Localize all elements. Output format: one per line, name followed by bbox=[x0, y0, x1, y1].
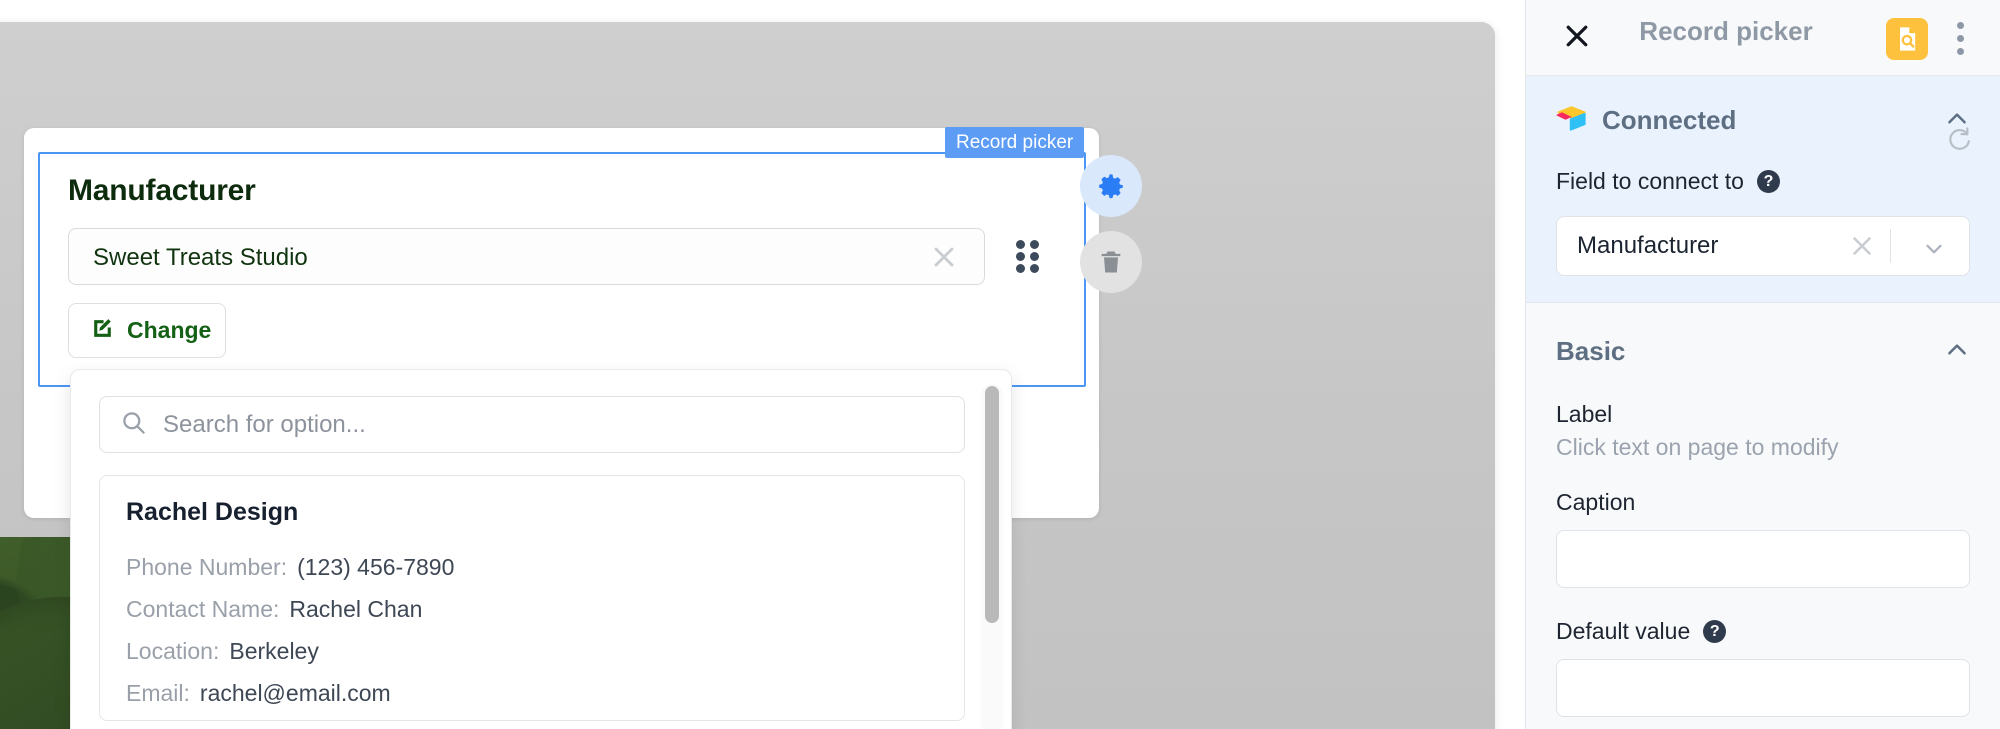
kebab-dot bbox=[1956, 21, 1964, 29]
connected-heading: Connected bbox=[1602, 104, 1737, 135]
caption-input[interactable] bbox=[1556, 530, 1970, 588]
search-input[interactable]: Search for option... bbox=[99, 396, 965, 453]
clear-selection-icon[interactable] bbox=[1847, 231, 1877, 266]
help-icon[interactable]: ? bbox=[1756, 169, 1780, 193]
record-field-value: rachel@email.com bbox=[199, 680, 391, 706]
panel-header: Record picker bbox=[1526, 0, 2000, 76]
gear-icon bbox=[1099, 174, 1123, 199]
widget-type-badge: Record picker bbox=[945, 127, 1085, 158]
settings-panel: Record picker Connected Field to connect… bbox=[1525, 0, 2000, 729]
record-field-row: Phone Number: (123) 456-7890 bbox=[126, 554, 454, 581]
refresh-icon[interactable] bbox=[1944, 126, 1972, 159]
screen-root: Manufacturer Sweet Treats Studio Change … bbox=[0, 0, 2000, 729]
record-field-row: Location: Berkeley bbox=[126, 638, 319, 665]
record-field-key: Email: bbox=[126, 680, 190, 706]
trash-icon bbox=[1101, 251, 1121, 273]
page-preview: Manufacturer Sweet Treats Studio Change … bbox=[0, 22, 1495, 729]
default-value-title: Default value bbox=[1556, 618, 1691, 644]
record-field-key: Contact Name: bbox=[126, 596, 280, 622]
chevron-up-icon[interactable] bbox=[1944, 337, 1970, 368]
panel-menu-button[interactable] bbox=[1940, 16, 1980, 60]
widget-settings-button[interactable] bbox=[1080, 155, 1142, 217]
basic-heading: Basic bbox=[1556, 335, 1626, 366]
dropdown-scrollbar-thumb[interactable] bbox=[985, 386, 999, 623]
field-to-connect-select[interactable]: Manufacturer bbox=[1556, 216, 1970, 276]
kebab-dot bbox=[1956, 47, 1964, 55]
record-picker-dropdown: Search for option... Rachel Design Phone… bbox=[70, 369, 1012, 729]
field-to-connect-value: Manufacturer bbox=[1577, 232, 1719, 259]
record-field-value: Rachel Chan bbox=[289, 596, 423, 622]
connected-section-header[interactable]: Connected bbox=[1556, 100, 1970, 140]
kebab-dot bbox=[1956, 34, 1964, 42]
field-to-connect-label: Field to connect to bbox=[1556, 167, 1744, 194]
record-option-title: Rachel Design bbox=[126, 498, 299, 526]
default-value-input[interactable] bbox=[1556, 659, 1970, 717]
airtable-logo-icon bbox=[1556, 105, 1586, 136]
help-icon[interactable]: ? bbox=[1703, 620, 1727, 643]
basic-section: Basic Label Click text on page to modify… bbox=[1526, 303, 2000, 717]
label-field-title: Label bbox=[1556, 401, 1613, 427]
record-field-row: Contact Name: Rachel Chan bbox=[126, 596, 422, 623]
widget-selection-outline bbox=[38, 152, 1086, 387]
connected-section: Connected Field to connect to ? Manufact… bbox=[1526, 76, 2000, 303]
search-placeholder: Search for option... bbox=[163, 410, 366, 438]
caption-field-title: Caption bbox=[1556, 489, 1636, 515]
canvas-area: Manufacturer Sweet Treats Studio Change … bbox=[0, 0, 1525, 729]
record-picker-app-icon bbox=[1886, 18, 1928, 60]
panel-title: Record picker bbox=[1639, 16, 1813, 46]
label-field-hint: Click text on page to modify bbox=[1556, 434, 1839, 460]
basic-section-header[interactable]: Basic bbox=[1556, 331, 1970, 371]
record-field-value: Berkeley bbox=[229, 638, 319, 664]
field-to-connect-label-row: Field to connect to ? bbox=[1556, 127, 1970, 196]
record-field-key: Location: bbox=[126, 638, 220, 664]
default-value-label-row: Default value ? bbox=[1556, 618, 1970, 645]
widget-delete-button[interactable] bbox=[1080, 231, 1142, 293]
record-file-search-icon bbox=[1900, 27, 1916, 51]
record-option[interactable]: Rachel Design Phone Number: (123) 456-789… bbox=[99, 475, 965, 721]
chevron-down-icon[interactable] bbox=[1921, 235, 1947, 266]
record-field-key: Phone Number: bbox=[126, 554, 288, 580]
record-field-value: (123) 456-7890 bbox=[297, 554, 455, 580]
select-divider bbox=[1890, 229, 1891, 263]
search-icon bbox=[120, 409, 147, 441]
record-field-row: Email: rachel@email.com bbox=[126, 680, 391, 707]
